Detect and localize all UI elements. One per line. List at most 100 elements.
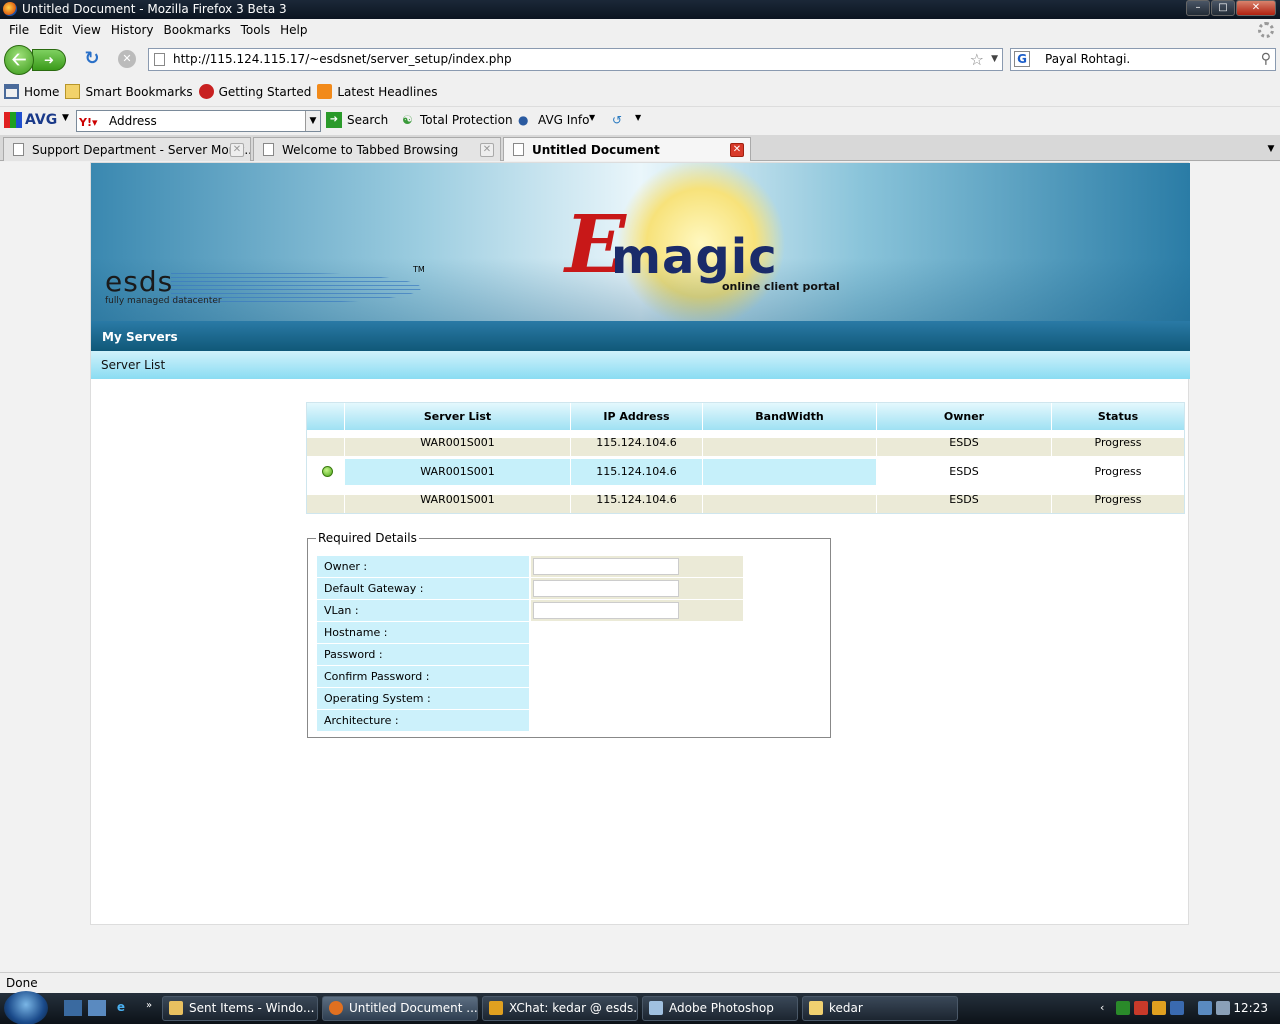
bookmark-smart[interactable]: Smart Bookmarks — [65, 84, 193, 99]
clock[interactable]: 12:23 — [1233, 1001, 1268, 1015]
default-gateway-input[interactable] — [533, 580, 679, 597]
switch-windows-icon[interactable] — [88, 1000, 106, 1016]
throbber-icon — [1258, 22, 1274, 38]
vlan-input[interactable] — [533, 602, 679, 619]
avg-dropdown-icon[interactable]: ▼ — [62, 113, 69, 123]
forward-button[interactable]: ➜ — [32, 49, 66, 71]
maximize-button[interactable]: □ — [1211, 0, 1235, 16]
show-desktop-icon[interactable] — [64, 1000, 82, 1016]
page-icon — [154, 53, 165, 66]
cell-server: WAR001S001 — [345, 430, 571, 456]
bookmark-home[interactable]: Home — [4, 84, 59, 99]
reload-icon[interactable]: ↻ — [82, 49, 102, 69]
toolbar-dropdown-icon[interactable]: ▼ — [635, 113, 641, 122]
taskbar-item-firefox[interactable]: Untitled Document ... — [322, 996, 478, 1021]
gateway-row: Default Gateway : — [317, 578, 743, 600]
emagic-logo: magic — [611, 229, 778, 285]
search-text: Payal Rohtagi. — [1045, 52, 1131, 66]
tray-app-icon[interactable] — [1134, 1001, 1148, 1015]
menu-file[interactable]: File — [4, 19, 34, 41]
taskbar: e » Sent Items - Windo... Untitled Docum… — [0, 991, 1280, 1024]
refresh-icon[interactable]: ↺ — [612, 113, 622, 127]
table-row[interactable]: WAR001S001 115.124.104.6 ESDS Progress — [307, 487, 1184, 513]
minimize-button[interactable]: – — [1186, 0, 1210, 16]
col-header-status[interactable]: Status — [1052, 403, 1184, 430]
globe-icon: ● — [518, 113, 529, 127]
bookmark-latest-headlines[interactable]: Latest Headlines — [317, 84, 438, 99]
col-header-server[interactable]: Server List — [345, 403, 571, 430]
bookmark-getting-started[interactable]: Getting Started — [198, 84, 311, 99]
cell-bandwidth — [703, 487, 877, 513]
header-banner: esds fully managed datacenter TM E magic… — [91, 163, 1190, 321]
status-dot-icon — [322, 466, 333, 477]
menu-history[interactable]: History — [106, 19, 159, 41]
avg-info-dropdown-icon[interactable]: ▼ — [589, 113, 595, 122]
menu-tools[interactable]: Tools — [236, 19, 276, 41]
address-dropdown-icon[interactable]: ▼ — [305, 111, 320, 131]
google-icon[interactable]: G — [1014, 51, 1030, 67]
avg-search-button[interactable]: Search — [347, 113, 388, 127]
outlook-icon — [169, 1001, 183, 1015]
taskbar-item-xchat[interactable]: XChat: kedar @ esds... — [482, 996, 638, 1021]
taskbar-item-photoshop[interactable]: Adobe Photoshop — [642, 996, 798, 1021]
col-header-ip[interactable]: IP Address — [571, 403, 703, 430]
tab-label: Untitled Document — [532, 143, 660, 157]
internet-explorer-icon[interactable]: e — [112, 1000, 130, 1016]
table-row-selected[interactable]: WAR001S001 115.124.104.6 ESDS Progress — [307, 459, 1184, 485]
taskbar-item-sent-items[interactable]: Sent Items - Windo... — [162, 996, 318, 1021]
cell-server: WAR001S001 — [345, 459, 571, 485]
owner-input[interactable] — [533, 558, 679, 575]
close-tab-icon[interactable]: ✕ — [480, 143, 494, 157]
avg-toolbar: AVG ▼ Y!▾ Address ▼ ➜ Search ☯ Total Pro… — [0, 106, 1280, 134]
back-button[interactable]: 🡠 — [4, 45, 34, 75]
avg-info-button[interactable]: AVG Info — [538, 113, 589, 127]
search-input[interactable]: G Payal Rohtagi. ⚲ — [1010, 48, 1276, 71]
url-dropdown-icon[interactable]: ▼ — [991, 49, 998, 70]
menu-bar: File Edit View History Bookmarks Tools H… — [0, 19, 1280, 41]
cell-status: Progress — [1052, 459, 1184, 485]
url-bar[interactable]: http://115.124.115.17/~esdsnet/server_se… — [148, 48, 1003, 71]
tray-expand-icon[interactable]: ‹ — [1100, 1001, 1114, 1015]
cell-bandwidth — [703, 459, 877, 485]
volume-icon[interactable] — [1216, 1001, 1230, 1015]
tab-untitled-document[interactable]: Untitled Document ✕ — [503, 137, 751, 161]
taskbar-label: XChat: kedar @ esds... — [509, 1001, 638, 1015]
menu-view[interactable]: View — [67, 19, 105, 41]
cell-ip: 115.124.104.6 — [571, 487, 703, 513]
close-tab-icon[interactable]: ✕ — [730, 143, 744, 157]
stop-icon[interactable]: ✕ — [118, 50, 136, 68]
table-row[interactable]: WAR001S001 115.124.104.6 ESDS Progress — [307, 430, 1184, 456]
start-button[interactable] — [4, 991, 48, 1024]
menu-bookmarks[interactable]: Bookmarks — [159, 19, 236, 41]
bookmark-star-icon[interactable]: ☆ — [970, 49, 984, 70]
page-container: esds fully managed datacenter TM E magic… — [90, 162, 1190, 925]
col-header-bandwidth[interactable]: BandWidth — [703, 403, 877, 430]
taskbar-item-kedar[interactable]: kedar — [802, 996, 958, 1021]
close-tab-icon[interactable]: ✕ — [230, 143, 244, 157]
search-icon[interactable]: ⚲ — [1261, 49, 1271, 70]
tab-welcome[interactable]: Welcome to Tabbed Browsing ✕ — [253, 137, 501, 161]
bookmark-label: Latest Headlines — [337, 84, 438, 99]
avg-logo[interactable]: AVG — [4, 112, 57, 128]
tab-list-dropdown-icon[interactable]: ▼ — [1262, 139, 1280, 159]
yahoo-icon[interactable]: Y!▾ — [79, 113, 98, 133]
quicklaunch-overflow-icon[interactable]: » — [140, 1000, 158, 1016]
avg-tray-icon[interactable] — [1116, 1001, 1130, 1015]
col-header-owner[interactable]: Owner — [877, 403, 1052, 430]
avg-address-input[interactable]: Y!▾ Address ▼ — [76, 110, 321, 132]
tray-app-icon[interactable] — [1170, 1001, 1184, 1015]
menu-help[interactable]: Help — [275, 19, 312, 41]
photoshop-icon — [649, 1001, 663, 1015]
total-protection-button[interactable]: Total Protection — [420, 113, 513, 127]
close-window-button[interactable]: ✕ — [1236, 0, 1276, 16]
required-details-fieldset: Required Details Owner : Default Gateway… — [307, 531, 831, 738]
menu-edit[interactable]: Edit — [34, 19, 67, 41]
tab-support-department[interactable]: Support Department - Server Monit... ✕ — [3, 137, 251, 161]
xchat-tray-icon[interactable] — [1152, 1001, 1166, 1015]
page-icon — [263, 143, 274, 156]
server-table: Server List IP Address BandWidth Owner S… — [306, 402, 1185, 514]
tab-bar: Support Department - Server Monit... ✕ W… — [0, 135, 1280, 161]
operating-system-label: Operating System : — [317, 688, 529, 709]
search-arrow-icon[interactable]: ➜ — [326, 112, 342, 128]
network-icon[interactable] — [1198, 1001, 1212, 1015]
